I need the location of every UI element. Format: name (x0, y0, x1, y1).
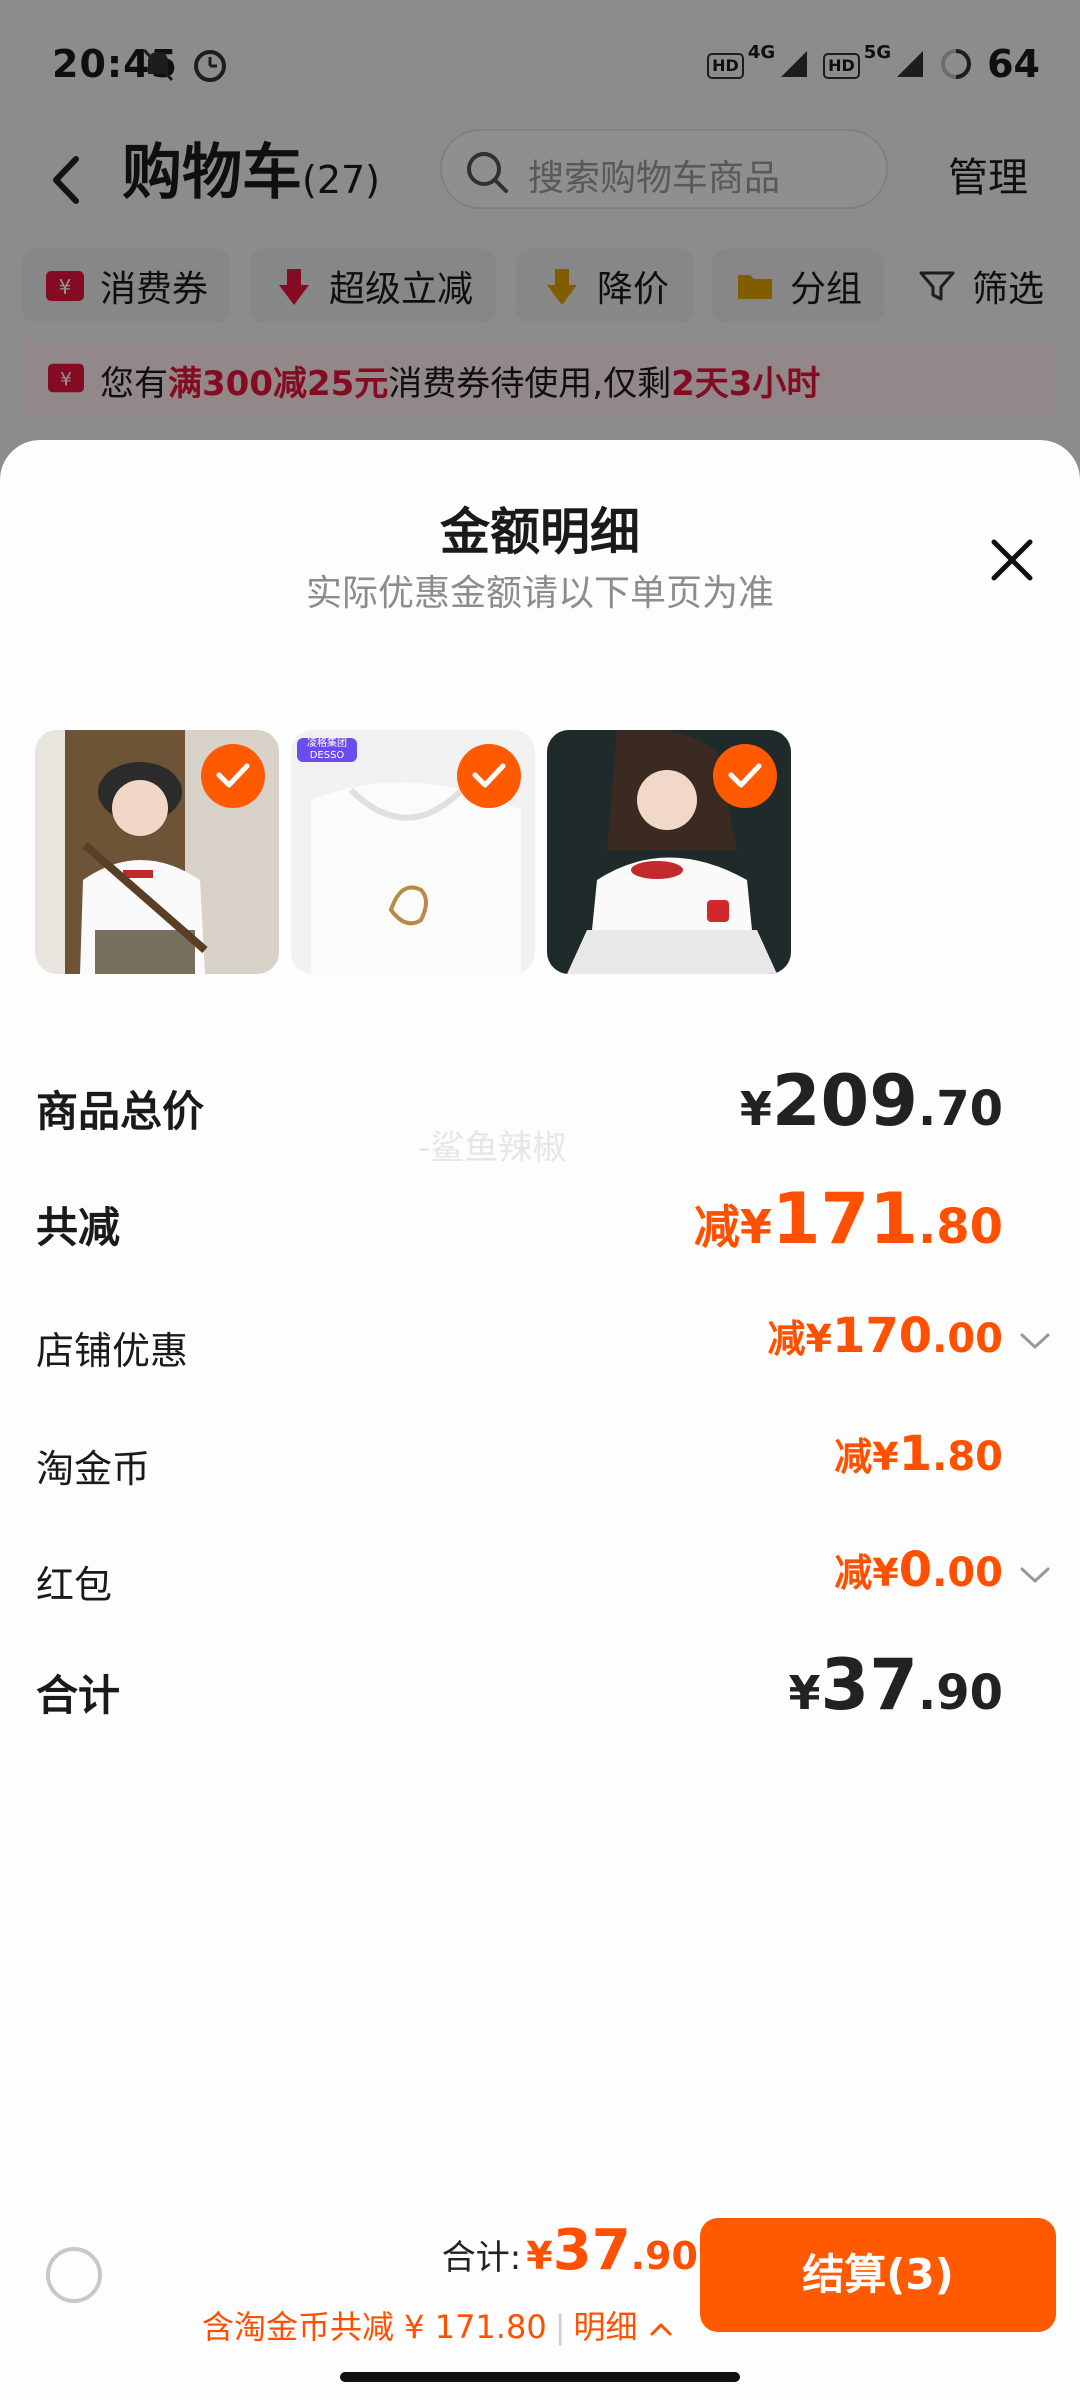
amount-decimal: .80 (917, 1199, 1003, 1255)
row-amount: 减¥0.00 (834, 1542, 1003, 1598)
row-tao-coin: 淘金币 减¥1.80 (0, 1426, 1080, 1506)
row-label: 合计 (36, 1671, 121, 1720)
checkout-button[interactable]: 结算(3) (700, 2218, 1056, 2332)
checkout-bar: 合计: ¥37.90 含淘金币共减 ¥ 171.80 | 明细 结算(3) (0, 2200, 1080, 2400)
total-currency: ¥ (526, 2234, 553, 2278)
check-icon (216, 763, 250, 788)
brand-tag: 凌格集团 DESSO (297, 738, 357, 762)
discount-prefix: 减 (693, 1200, 740, 1254)
close-icon[interactable] (980, 528, 1044, 592)
row-label: 共减 (36, 1203, 121, 1252)
amount-decimal: .00 (932, 1316, 1003, 1362)
footer-total: 合计: ¥37.90 (442, 2218, 698, 2283)
modal-backdrop[interactable] (0, 0, 1080, 460)
product-thumbnail[interactable] (547, 730, 791, 974)
amount-integer: 1 (898, 1426, 933, 1482)
detail-label: 明细 (573, 2308, 638, 2346)
selected-check (713, 744, 777, 808)
amount-integer: 209 (771, 1060, 918, 1142)
currency-symbol: ¥ (739, 1200, 772, 1254)
row-amount: 减¥1.80 (834, 1426, 1003, 1482)
amount-integer: 37 (820, 1644, 918, 1726)
chevron-up-icon (650, 2323, 672, 2336)
currency-symbol: ¥ (805, 1317, 832, 1361)
sheet-title: 金额明细 (440, 503, 640, 561)
product-thumbnail[interactable]: 凌格集团 DESSO (291, 730, 535, 974)
row-amount: ¥37.90 (789, 1644, 1003, 1726)
product-thumbnail[interactable] (35, 730, 279, 974)
amount-decimal: .80 (932, 1434, 1003, 1480)
selected-check (457, 744, 521, 808)
amount-decimal: .90 (917, 1665, 1003, 1721)
total-decimal: .90 (630, 2234, 698, 2278)
total-label: 合计: (441, 2238, 522, 2278)
discount-prefix: 减 (834, 1551, 873, 1595)
detail-toggle[interactable]: 明细 (573, 2308, 673, 2346)
check-icon (728, 763, 762, 788)
amount-detail-sheet: 金额明细 实际优惠金额请以下单页为准 凌格集团 DESSO -鲨鱼辣椒 商品总价… (0, 440, 1080, 2400)
row-total-price: 商品总价 ¥209.70 (0, 1060, 1080, 1150)
discount-prefix: 减 (834, 1435, 873, 1479)
amount-integer: 0 (898, 1542, 933, 1598)
row-label: 红包 (36, 1563, 113, 1607)
amount-decimal: .00 (932, 1550, 1003, 1596)
row-total-discount: 共减 减¥171.80 (0, 1178, 1080, 1268)
currency-symbol: ¥ (739, 1082, 772, 1136)
check-icon (472, 763, 506, 788)
row-label: 店铺优惠 (36, 1329, 189, 1373)
currency-symbol: ¥ (788, 1666, 821, 1720)
discount-summary: 含淘金币共减 ¥ 171.80 | 明细 (202, 2302, 674, 2348)
total-integer: 37 (552, 2218, 631, 2283)
amount-integer: 171 (771, 1178, 918, 1260)
row-red-packet[interactable]: 红包 减¥0.00 (0, 1542, 1080, 1622)
row-sum: 合计 ¥37.90 (0, 1644, 1080, 1734)
selected-check (201, 744, 265, 808)
home-indicator[interactable] (340, 2372, 740, 2382)
discount-prefix: 减 (767, 1317, 806, 1361)
chevron-down-icon[interactable] (1018, 1564, 1052, 1586)
row-shop-discount[interactable]: 店铺优惠 减¥170.00 (0, 1308, 1080, 1388)
divider: | (554, 2308, 566, 2346)
coin-discount-text: 含淘金币共减 ¥ 171.80 (202, 2308, 547, 2346)
currency-symbol: ¥ (872, 1435, 899, 1479)
row-amount: ¥209.70 (740, 1060, 1003, 1142)
row-amount: 减¥170.00 (767, 1308, 1003, 1364)
select-all-checkbox[interactable] (46, 2247, 102, 2303)
row-amount: 减¥171.80 (694, 1178, 1003, 1260)
amount-decimal: .70 (917, 1081, 1003, 1137)
chevron-down-icon[interactable] (1018, 1330, 1052, 1352)
amount-integer: 170 (831, 1308, 933, 1364)
sheet-subtitle: 实际优惠金额请以下单页为准 (305, 573, 774, 614)
currency-symbol: ¥ (872, 1551, 899, 1595)
row-label: 商品总价 (36, 1087, 205, 1136)
row-label: 淘金币 (36, 1447, 151, 1491)
